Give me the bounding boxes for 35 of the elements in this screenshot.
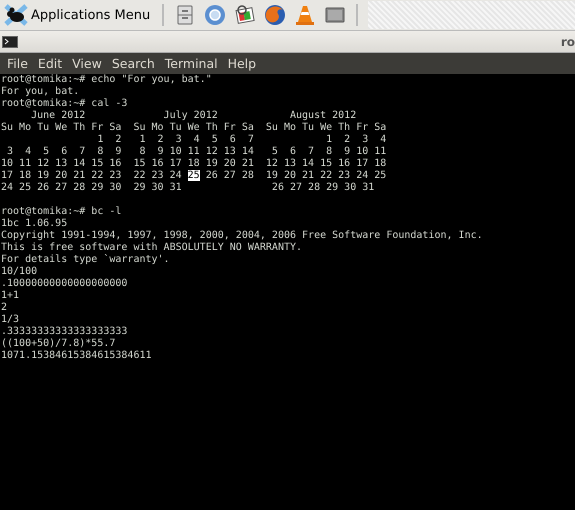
terminal-line: Copyright 1991-1994, 1997, 1998, 2000, 2004, 2006 Free Software Foundation, Inc.: [1, 230, 484, 242]
terminal-line: 1071.15384615384615384611: [1, 350, 153, 362]
terminal-line: root@tomika:~# cal -3: [1, 98, 128, 110]
terminal-line: .10000000000000000000: [1, 278, 128, 290]
terminal-line: root@tomika:~# echo "For you, bat.": [1, 74, 213, 86]
terminal-line: .33333333333333333333: [1, 326, 128, 338]
traffic-cone-icon[interactable]: [294, 4, 316, 26]
terminal-line: 1bc 1.06.95: [1, 218, 68, 230]
terminal-icon: [2, 36, 18, 48]
menu-item[interactable]: View: [67, 56, 107, 71]
globe-icon[interactable]: [264, 4, 286, 26]
sphere-icon[interactable]: [204, 4, 226, 26]
menu-item[interactable]: Terminal: [160, 56, 223, 71]
terminal-line: ((100+50)/7.8)*55.7: [1, 338, 116, 350]
terminal-line: 2: [1, 302, 8, 314]
menu-item[interactable]: Help: [222, 56, 262, 71]
terminal-line: June 2012 July 2012 August 2012: [30, 110, 358, 122]
terminal-line: This is free software with ABSOLUTELY NO WARRANTY.: [1, 242, 304, 254]
terminal-line: For details type `warranty'.: [1, 254, 171, 266]
terminal-line: 3 4 5 6 7 8 9 8 9 10 11 12 13 14 5 6 7 8 9 10 11: [6, 146, 388, 158]
terminal-line: 1+1: [1, 290, 20, 302]
terminal-line: Su Mo Tu We Th Fr Sa Su Mo Tu We Th Fr Sa Su Mo Tu We Th Fr Sa: [1, 122, 388, 134]
terminal-line: 24 25 26 27 28 29 30 29 30 31 26 27 28 29 30 31: [1, 182, 376, 194]
menu-item[interactable]: Edit: [32, 56, 68, 71]
terminal-line: 1 2 1 2 3 4 5 6 7 1 2 3 4: [96, 134, 388, 146]
terminal-line: 10/100: [1, 266, 38, 278]
terminal-line: 10 11 12 13 14 15 16 15 16 17 18 19 20 21 12 13 14 15 16 17 18: [1, 158, 388, 170]
mouse-icon: [4, 4, 28, 26]
terminal-line: 17 18 19 20 21 22 23 22 23 24 25 26 27 28 19 20 21 22 23 24 25: [1, 170, 388, 182]
window-title: ro: [560, 34, 575, 48]
terminal-line: 1/3: [1, 314, 20, 326]
menu-item[interactable]: Search: [106, 56, 160, 71]
terminal-line: root@tomika:~# bc -l: [1, 206, 122, 218]
terminal-line: For you, bat.: [1, 86, 80, 98]
menu-item[interactable]: File: [2, 56, 33, 71]
